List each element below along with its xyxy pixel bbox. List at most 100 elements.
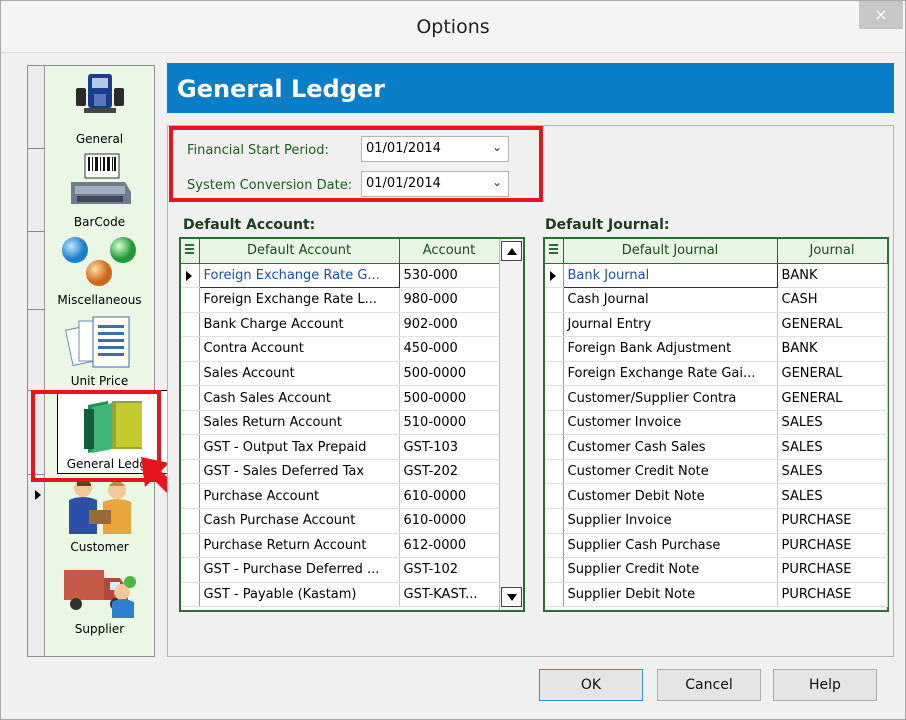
column-header-journal[interactable]: Journal [777,239,888,264]
cell-name[interactable]: Sales Account [199,361,400,387]
table-row[interactable]: GST - Output Tax Prepaid GST-103 [181,434,500,460]
cell-name[interactable]: Customer Invoice [563,410,778,436]
row-selector[interactable] [545,361,564,387]
column-header-default-account[interactable]: Default Account [199,239,400,264]
close-button[interactable]: × [859,1,903,29]
cell-name[interactable]: Foreign Exchange Rate G... [198,262,400,289]
cell-name[interactable]: Cash Journal [563,287,778,313]
cell-name[interactable]: Foreign Bank Adjustment [563,336,778,362]
cell-account[interactable]: 500-0000 [399,361,500,387]
row-selector[interactable] [545,434,564,460]
cell-name[interactable]: Purchase Return Account [199,533,400,559]
column-chooser-icon[interactable] [181,239,200,264]
table-row[interactable]: Cash Purchase Account 610-0000 [181,508,500,534]
row-selector[interactable] [545,312,564,338]
table-row[interactable]: GST - Sales Deferred Tax GST-202 [181,459,500,485]
cell-journal[interactable]: SALES [777,483,888,509]
cell-name[interactable]: Foreign Exchange Rate Gai... [563,361,778,387]
cell-account[interactable]: GST-103 [399,434,500,460]
ok-button[interactable]: OK [539,669,643,701]
cell-name[interactable]: GST - Output Tax Prepaid [199,434,400,460]
table-row[interactable]: Sales Account 500-0000 [181,361,500,387]
cell-name[interactable]: GST - Payable (Kastam) [199,582,400,608]
cell-journal[interactable]: BANK [777,336,888,362]
cancel-button[interactable]: Cancel [657,669,761,701]
cell-name[interactable]: GST - Purchase Deferred ... [199,557,400,583]
cell-name[interactable]: GST - Sales Deferred Tax [199,459,400,485]
cell-name[interactable]: Customer Cash Sales [563,434,778,460]
table-row[interactable]: Cash Journal CASH [545,287,888,313]
cell-account[interactable]: 530-000 [399,263,500,289]
row-selector[interactable] [545,287,564,313]
row-selector[interactable] [545,410,564,436]
table-row[interactable]: GST - Purchase Deferred ... GST-102 [181,557,500,583]
cell-name[interactable]: Purchase Account [199,483,400,509]
scroll-down-button[interactable] [501,587,522,607]
cell-name[interactable]: Foreign Exchange Rate L... [199,287,400,313]
cell-name[interactable]: Customer/Supplier Contra [563,385,778,411]
cell-account[interactable]: 980-000 [399,287,500,313]
row-selector[interactable] [181,385,200,411]
scroll-up-button[interactable] [501,241,522,261]
row-selector[interactable] [181,483,200,509]
default-account-scrollbar[interactable] [499,239,523,610]
row-selector[interactable] [181,361,200,387]
table-row[interactable]: GST - Payable (Kastam) GST-KAST... [181,582,500,608]
help-button[interactable]: Help [773,669,877,701]
cell-name[interactable]: Cash Purchase Account [199,508,400,534]
cell-name[interactable]: Contra Account [199,336,400,362]
table-row[interactable]: Customer Debit Note SALES [545,483,888,509]
row-selector[interactable] [545,557,564,583]
cell-journal[interactable]: SALES [777,459,888,485]
cell-journal[interactable]: GENERAL [777,385,888,411]
cell-account[interactable]: 612-0000 [399,533,500,559]
cell-journal[interactable]: BANK [777,263,888,289]
table-row[interactable]: Purchase Account 610-0000 [181,483,500,509]
cell-account[interactable]: GST-102 [399,557,500,583]
table-row[interactable]: Sales Return Account 510-0000 [181,410,500,436]
table-row[interactable]: Foreign Exchange Rate Gai... GENERAL [545,361,888,387]
nav-item-miscellaneous[interactable]: Miscellaneous [45,231,154,309]
table-row[interactable]: Purchase Return Account 612-0000 [181,533,500,559]
table-row[interactable]: Foreign Exchange Rate L... 980-000 [181,287,500,313]
cell-journal[interactable]: PURCHASE [777,582,888,608]
row-selector[interactable] [181,508,200,534]
row-selector[interactable] [545,533,564,559]
cell-journal[interactable]: PURCHASE [777,533,888,559]
table-row[interactable]: Customer Cash Sales SALES [545,434,888,460]
row-selector[interactable] [545,263,564,289]
cell-journal[interactable]: PURCHASE [777,508,888,534]
cell-name[interactable]: Supplier Cash Purchase [563,533,778,559]
cell-name[interactable]: Bank Journal [562,262,778,289]
cell-journal[interactable]: GENERAL [777,312,888,338]
table-row[interactable]: Supplier Credit Note PURCHASE [545,557,888,583]
row-selector[interactable] [181,312,200,338]
cell-name[interactable]: Supplier Invoice [563,508,778,534]
row-selector[interactable] [181,459,200,485]
table-row[interactable]: Customer Credit Note SALES [545,459,888,485]
table-row[interactable]: Supplier Debit Note PURCHASE [545,582,888,608]
cell-account[interactable]: 510-0000 [399,410,500,436]
row-selector[interactable] [545,582,564,608]
cell-journal[interactable]: CASH [777,287,888,313]
table-row[interactable]: Bank Journal BANK [545,262,888,289]
column-header-account[interactable]: Account [399,239,500,264]
cell-name[interactable]: Bank Charge Account [199,312,400,338]
cell-name[interactable]: Sales Return Account [199,410,400,436]
cell-name[interactable]: Supplier Debit Note [563,582,778,608]
cell-journal[interactable]: SALES [777,434,888,460]
row-selector[interactable] [181,582,200,608]
row-selector[interactable] [181,336,200,362]
row-selector[interactable] [545,483,564,509]
table-row[interactable]: Customer/Supplier Contra GENERAL [545,385,888,411]
row-selector[interactable] [545,336,564,362]
row-selector[interactable] [545,385,564,411]
cell-account[interactable]: 450-000 [399,336,500,362]
table-row[interactable]: Foreign Exchange Rate G... 530-000 [181,262,500,289]
cell-account[interactable]: 610-0000 [399,483,500,509]
column-chooser-icon[interactable] [545,239,564,264]
cell-name[interactable]: Customer Debit Note [563,483,778,509]
row-selector[interactable] [181,287,200,313]
table-row[interactable]: Customer Invoice SALES [545,410,888,436]
nav-item-general[interactable]: General [45,66,154,148]
